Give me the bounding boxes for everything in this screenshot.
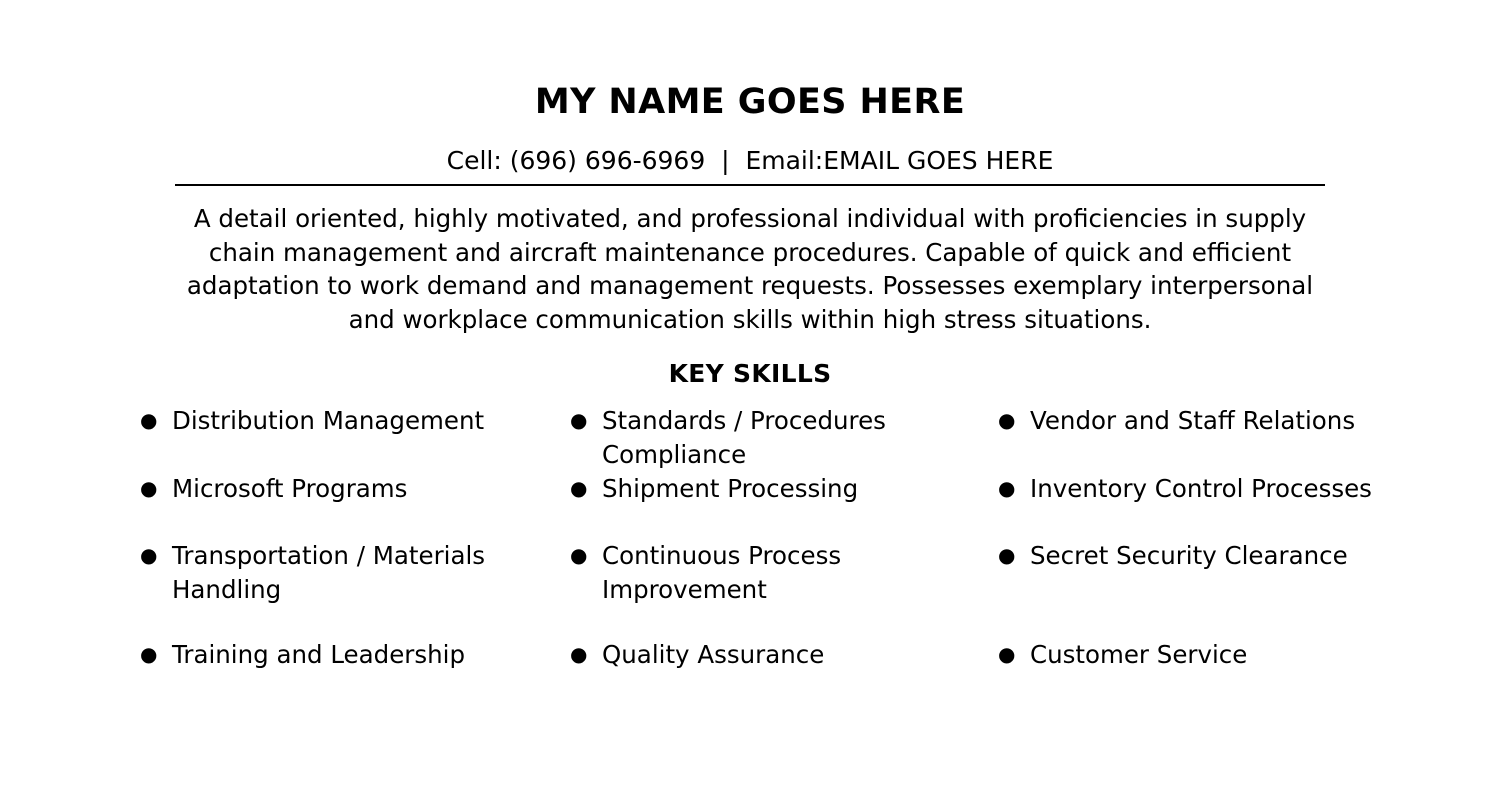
- key-skills-column-3: ● Vendor and Staff Relations ● Inventory…: [965, 404, 1395, 672]
- list-item: ● Secret Security Clearance: [992, 539, 1395, 638]
- list-item: ● Customer Service: [992, 638, 1395, 672]
- list-item: ● Inventory Control Processes: [992, 472, 1395, 539]
- list-item-label: Quality Assurance: [602, 640, 825, 670]
- list-item: ● Distribution Management: [134, 404, 535, 472]
- list-item: ● Microsoft Programs: [134, 472, 535, 539]
- professional-summary: A detail oriented, highly motivated, and…: [186, 204, 1314, 334]
- list-item: ● Vendor and Staff Relations: [992, 404, 1395, 472]
- bullet-icon: ●: [570, 642, 588, 667]
- list-item-label: Secret Security Clearance: [1030, 541, 1348, 571]
- list-item: ● Training and Leadership: [134, 638, 535, 672]
- resume-header: MY NAME GOES HERE Cell: (696) 696-6969 |…: [0, 0, 1500, 187]
- page-title: MY NAME GOES HERE: [534, 82, 966, 122]
- list-item-label: Vendor and Staff Relations: [1030, 406, 1356, 436]
- bullet-icon: ●: [998, 476, 1016, 501]
- bullet-icon: ●: [570, 476, 588, 501]
- list-item-label: Customer Service: [1030, 640, 1248, 670]
- list-item-label: Distribution Management: [172, 406, 485, 436]
- bullet-icon: ●: [140, 642, 158, 667]
- bullet-icon: ●: [570, 543, 588, 568]
- list-item-label: Training and Leadership: [172, 640, 465, 670]
- list-item-label: Shipment Processing: [602, 474, 859, 504]
- list-item: ● Quality Assurance: [564, 638, 965, 672]
- list-item: ● Shipment Processing: [564, 472, 965, 539]
- key-skills-grid: ● Distribution Management ● Microsoft Pr…: [0, 388, 1500, 672]
- list-item-label: Continuous Process Improvement: [602, 541, 842, 604]
- bullet-icon: ●: [998, 642, 1016, 667]
- resume-page: MY NAME GOES HERE Cell: (696) 696-6969 |…: [0, 0, 1500, 785]
- key-skills-column-2: ● Standards / Procedures Compliance ● Sh…: [535, 404, 965, 672]
- contact-line: Cell: (696) 696-6969 | Email:EMAIL GOES …: [446, 145, 1054, 175]
- bullet-icon: ●: [140, 408, 158, 433]
- list-item: ● Continuous Process Improvement: [564, 539, 965, 638]
- bullet-icon: ●: [998, 543, 1016, 568]
- bullet-icon: ●: [140, 543, 158, 568]
- key-skills-column-1: ● Distribution Management ● Microsoft Pr…: [105, 404, 535, 672]
- bullet-icon: ●: [140, 476, 158, 501]
- bullet-icon: ●: [998, 408, 1016, 433]
- list-item-label: Microsoft Programs: [172, 474, 408, 504]
- list-item: ● Transportation / Materials Handling: [134, 539, 535, 638]
- list-item-label: Transportation / Materials Handling: [172, 541, 486, 604]
- list-item: ● Standards / Procedures Compliance: [564, 404, 965, 472]
- list-item-label: Standards / Procedures Compliance: [602, 406, 886, 469]
- list-item-label: Inventory Control Processes: [1030, 474, 1372, 504]
- bullet-icon: ●: [570, 408, 588, 433]
- section-heading-key-skills: KEY SKILLS: [668, 359, 832, 389]
